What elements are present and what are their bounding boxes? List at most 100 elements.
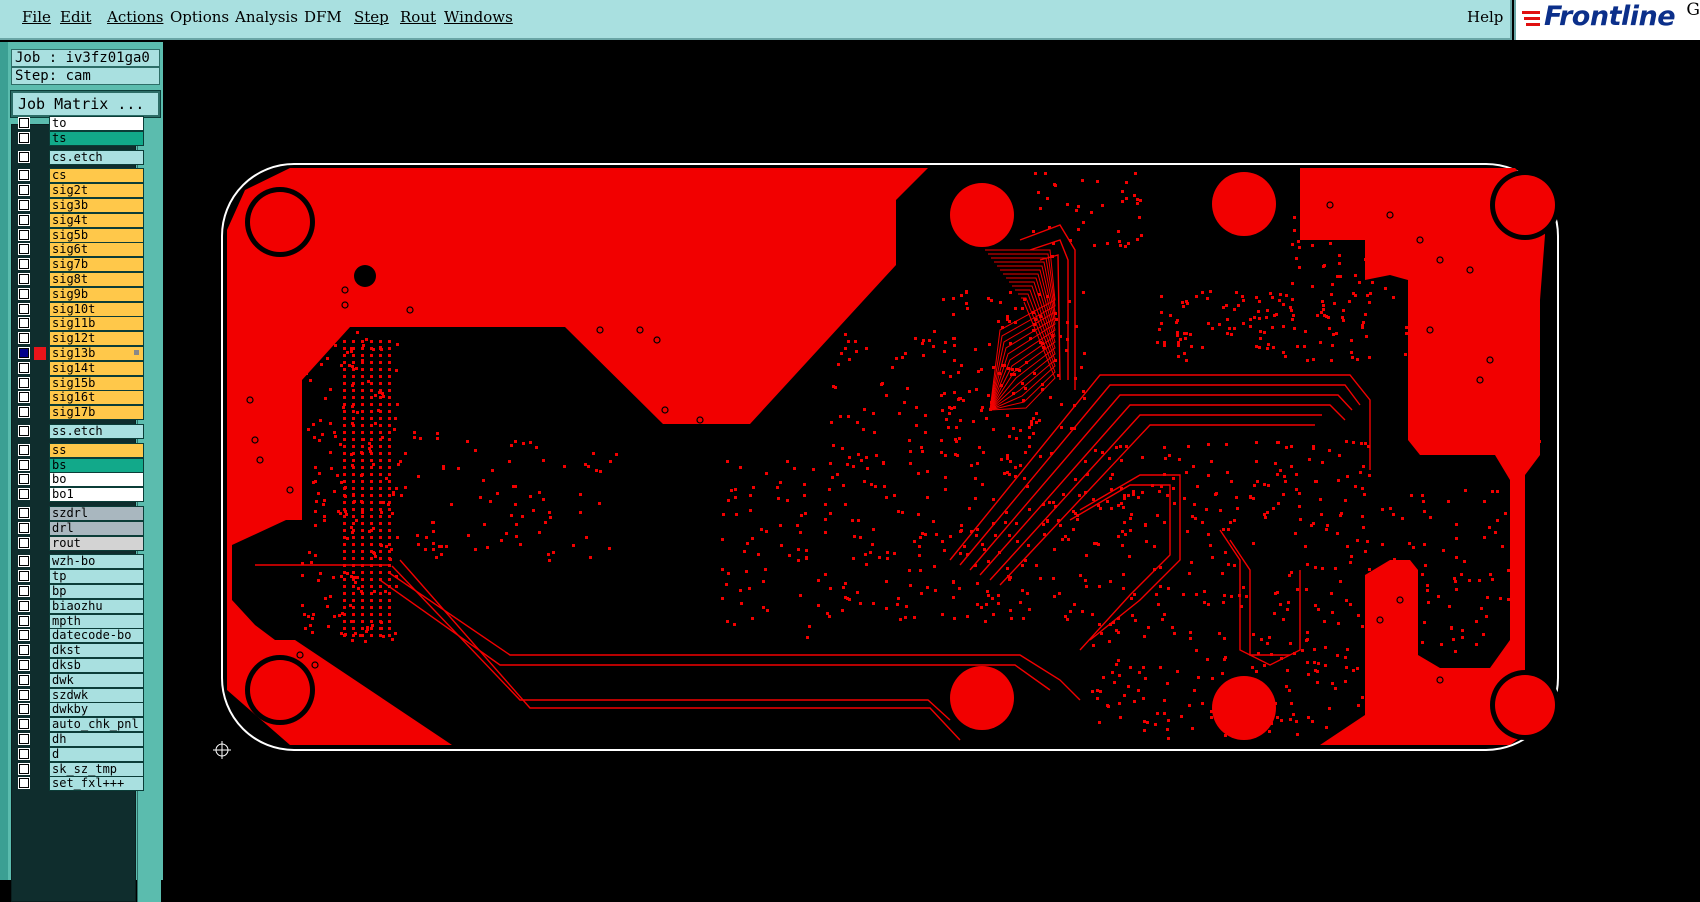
layer-name[interactable]: to xyxy=(49,116,144,131)
layer-row-d[interactable]: d xyxy=(14,746,144,762)
layer-checkbox[interactable] xyxy=(18,302,30,315)
layer-checkbox[interactable] xyxy=(18,287,30,300)
layer-checkbox[interactable] xyxy=(18,361,30,374)
graphic-canvas[interactable] xyxy=(163,42,1700,880)
layer-name[interactable]: sig11b xyxy=(49,316,144,332)
layer-checkbox[interactable] xyxy=(18,131,30,144)
layer-checkbox[interactable] xyxy=(18,570,30,583)
layer-name[interactable]: sig7b xyxy=(49,257,144,273)
layer-checkbox[interactable] xyxy=(18,213,30,226)
layer-row-dwk[interactable]: dwk xyxy=(14,672,144,688)
layer-row-dkst[interactable]: dkst xyxy=(14,643,144,659)
layer-checkbox[interactable] xyxy=(18,473,30,486)
layer-name[interactable]: auto_chk_pnl xyxy=(49,717,144,733)
layer-row-datecode-bo[interactable]: datecode-bo xyxy=(14,628,144,644)
layer-row-dh[interactable]: dh xyxy=(14,732,144,747)
layer-row-sig6t[interactable]: sig6t xyxy=(14,242,144,258)
layer-name[interactable]: sig2t xyxy=(49,183,144,199)
layer-row-sig10t[interactable]: sig10t xyxy=(14,301,144,317)
layer-checkbox[interactable] xyxy=(18,555,30,568)
layer-name[interactable]: ts xyxy=(49,130,144,146)
layer-row-sig16t[interactable]: sig16t xyxy=(14,390,144,406)
layer-name[interactable]: szdrl xyxy=(49,506,144,521)
layer-checkbox[interactable] xyxy=(18,688,30,701)
layer-name[interactable]: sk_sz_tmp xyxy=(49,761,144,777)
layer-checkbox[interactable] xyxy=(18,733,30,745)
layer-checkbox[interactable] xyxy=(18,536,30,549)
menu-dfm[interactable]: DFM xyxy=(304,8,342,26)
menu-analysis[interactable]: Analysis xyxy=(235,8,298,26)
layer-name[interactable]: dkst xyxy=(49,643,144,659)
layer-name[interactable]: bs xyxy=(49,457,144,473)
layer-checkbox[interactable] xyxy=(18,659,30,671)
menu-edit[interactable]: Edit xyxy=(60,8,91,26)
layer-row-bs[interactable]: bs xyxy=(14,457,144,473)
layer-row-sk_sz_tmp[interactable]: sk_sz_tmp xyxy=(14,761,144,777)
layer-checkbox[interactable] xyxy=(18,391,30,404)
layer-row-sig14t[interactable]: sig14t xyxy=(14,360,144,376)
layer-row-sig7b[interactable]: sig7b xyxy=(14,257,144,273)
layer-row-sig2t[interactable]: sig2t xyxy=(14,183,144,199)
layer-name[interactable]: ss xyxy=(49,442,144,458)
layer-name[interactable]: cs.etch xyxy=(49,149,144,165)
layer-row-sig9b[interactable]: sig9b xyxy=(14,286,144,302)
layer-name[interactable]: datecode-bo xyxy=(49,628,144,644)
layer-checkbox[interactable] xyxy=(18,488,30,501)
layer-row-sig3b[interactable]: sig3b xyxy=(14,198,144,213)
layer-checkbox[interactable] xyxy=(18,169,30,182)
layer-name[interactable]: sig10t xyxy=(49,301,144,317)
layer-name[interactable]: sig13b xyxy=(49,346,144,361)
layer-row-ss[interactable]: ss xyxy=(14,442,144,458)
layer-checkbox[interactable] xyxy=(18,507,30,519)
layer-checkbox[interactable] xyxy=(18,703,30,716)
layer-name[interactable]: dwk xyxy=(49,672,144,688)
layer-name[interactable]: cs xyxy=(49,168,144,184)
layer-name[interactable]: dksb xyxy=(49,658,144,673)
layer-name[interactable]: mpth xyxy=(49,613,144,629)
layer-name[interactable]: set_fxl+++ xyxy=(49,776,144,792)
layer-name[interactable]: d xyxy=(49,746,144,762)
layer-row-sig13b[interactable]: sig13b xyxy=(14,346,144,361)
layer-checkbox[interactable] xyxy=(18,718,30,731)
layer-row-sig5b[interactable]: sig5b xyxy=(14,227,144,243)
layer-row-sig8t[interactable]: sig8t xyxy=(14,272,144,287)
layer-checkbox[interactable] xyxy=(18,199,30,211)
layer-name[interactable]: sig16t xyxy=(49,390,144,406)
layer-row-dksb[interactable]: dksb xyxy=(14,658,144,673)
layer-checkbox[interactable] xyxy=(18,762,30,775)
layer-name[interactable]: dwkby xyxy=(49,702,144,718)
layer-row-cs[interactable]: cs xyxy=(14,168,144,184)
layer-checkbox[interactable] xyxy=(18,673,30,686)
pcb-board[interactable] xyxy=(163,42,1700,880)
layer-checkbox[interactable] xyxy=(18,228,30,241)
layer-name[interactable]: biaozhu xyxy=(49,598,144,614)
layer-name[interactable]: sig3b xyxy=(49,198,144,213)
layer-row-drl[interactable]: drl xyxy=(14,520,144,536)
layer-name[interactable]: sig9b xyxy=(49,286,144,302)
layer-checkbox[interactable] xyxy=(18,317,30,330)
layer-row-szdrl[interactable]: szdrl xyxy=(14,506,144,521)
layer-row-sig11b[interactable]: sig11b xyxy=(14,316,144,332)
layer-row-dwkby[interactable]: dwkby xyxy=(14,702,144,718)
layer-row-tp[interactable]: tp xyxy=(14,569,144,585)
menu-options[interactable]: Options xyxy=(170,8,229,26)
layer-name[interactable]: sig5b xyxy=(49,227,144,243)
layer-checkbox[interactable] xyxy=(18,332,30,345)
menu-actions[interactable]: Actions xyxy=(107,8,163,26)
layer-name[interactable]: sig12t xyxy=(49,331,144,347)
layer-name[interactable]: bp xyxy=(49,584,144,599)
menu-rout[interactable]: Rout xyxy=(400,8,436,26)
layer-row-ss.etch[interactable]: ss.etch xyxy=(14,424,144,439)
layer-checkbox[interactable] xyxy=(18,273,30,285)
layer-checkbox[interactable] xyxy=(18,243,30,256)
layer-name[interactable]: sig4t xyxy=(49,212,144,228)
layer-checkbox[interactable] xyxy=(18,599,30,612)
layer-name[interactable]: wzh-bo xyxy=(49,554,144,570)
layer-checkbox[interactable] xyxy=(18,644,30,657)
layer-name[interactable]: dh xyxy=(49,732,144,747)
layer-name[interactable]: szdwk xyxy=(49,687,144,703)
layer-row-cs.etch[interactable]: cs.etch xyxy=(14,149,144,165)
layer-checkbox[interactable] xyxy=(18,150,30,163)
layer-row-to[interactable]: to xyxy=(14,116,144,131)
layer-checkbox[interactable] xyxy=(18,458,30,471)
